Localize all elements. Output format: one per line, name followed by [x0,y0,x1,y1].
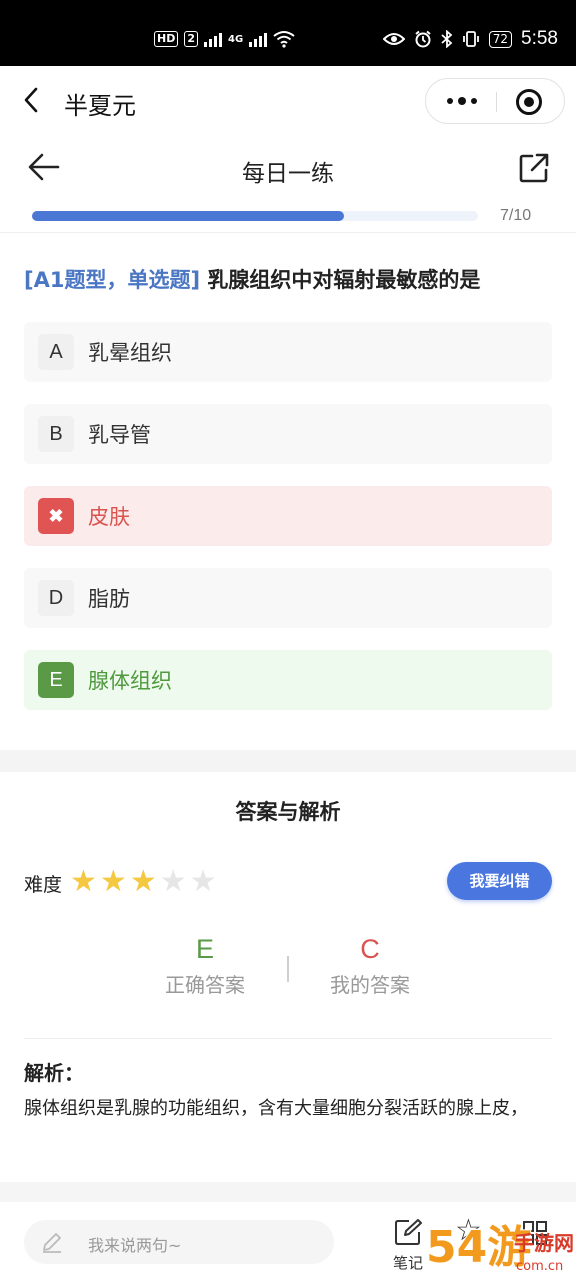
wrong-x-icon: ✖ [38,498,74,534]
difficulty-label: 难度 [24,874,63,896]
progress-fill [32,211,345,221]
system-indicators: 72 5:58 [382,28,558,50]
star-icon: ★ [70,864,97,899]
signal-icon [204,31,222,47]
status-bar: HD 2 4G 72 5:58 [0,0,576,66]
network-type: 4G [228,33,244,45]
progress-bar [32,211,478,221]
star-icon: ★ [129,864,157,899]
option-text: 腺体组织 [88,669,172,693]
question-type: [A1题型，单选题] [24,268,201,292]
answer-divider [287,956,289,982]
page-navbar: 每日一练 [0,136,576,206]
difficulty-stars: ★ ★ ★ ★ ★ [70,866,217,898]
mini-program-header: 半夏元 [0,66,576,136]
report-error-button[interactable]: 我要纠错 [447,862,552,900]
correct-answer-letter: E [195,934,214,964]
my-answer-block: C 我的答案 [315,934,425,998]
analysis-title: 答案与解析 [235,800,341,824]
explanation-title: 解析： [24,1061,84,1085]
option-letter: B [38,416,74,452]
eye-icon [382,33,405,45]
progress-counter: 7/10 [500,207,532,224]
divider [0,232,576,233]
correct-answer-label: 正确答案 [165,973,245,997]
option-d[interactable]: D 脂肪 [24,568,552,628]
battery-icon: 72 [488,30,513,48]
svg-text:com.cn: com.cn [516,1259,563,1274]
page-title: 每日一练 [242,161,334,187]
option-text: 脂肪 [88,587,130,611]
note-button[interactable]: 笔记 [388,1218,428,1273]
alarm-icon [415,30,431,48]
option-b[interactable]: B 乳导管 [24,404,552,464]
wifi-icon [273,31,295,48]
vibrate-icon [462,31,479,47]
option-a[interactable]: A 乳晕组织 [24,322,552,382]
correct-answer-block: E 正确答案 [150,934,260,998]
share-icon[interactable] [518,152,550,184]
my-answer-label: 我的答案 [330,973,410,997]
section-separator [0,1182,576,1202]
close-target-icon[interactable] [516,89,542,115]
my-answer-letter: C [360,934,380,964]
bluetooth-icon [441,30,453,48]
watermark-logo: 54游 手游网 com.cn [425,1212,576,1280]
mini-program-capsule [425,78,565,124]
capsule-divider [496,92,497,112]
option-letter: D [38,580,74,616]
option-text: 乳导管 [88,423,151,447]
option-c-wrong[interactable]: ✖ 皮肤 [24,486,552,546]
clock: 5:58 [521,28,558,49]
option-letter: A [38,334,74,370]
explanation-text: 腺体组织是乳腺的功能组织，含有大量细胞分裂活跃的腺上皮， [24,1098,528,1119]
more-dots-icon[interactable] [442,89,482,113]
sim-badge: 2 [184,31,198,47]
option-text: 皮肤 [88,505,130,529]
pencil-icon [43,1233,61,1253]
star-icon: ★ [99,864,127,899]
question-text: 乳腺组织中对辐射最敏感的是 [207,268,481,292]
comment-input[interactable]: 我来说两句~ [24,1220,334,1264]
note-label: 笔记 [392,1254,423,1272]
signal-icon-2 [249,31,268,47]
section-separator [0,750,576,772]
option-e-correct[interactable]: E 腺体组织 [24,650,552,710]
option-text: 乳晕组织 [88,341,172,365]
star-icon: ★ [189,864,217,899]
svg-text:手游网: 手游网 [514,1231,574,1255]
network-indicators: HD 2 4G [154,30,295,48]
note-edit-icon [395,1219,422,1245]
star-icon: ★ [159,864,187,899]
divider [24,1038,552,1039]
option-letter: E [38,662,74,698]
hd-badge: HD [154,31,179,47]
app-title: 半夏元 [64,92,136,120]
question-stem: [A1题型，单选题] 乳腺组织中对辐射最敏感的是 [24,264,564,294]
back-chevron-icon[interactable] [20,86,44,114]
comment-placeholder: 我来说两句~ [88,1236,182,1255]
